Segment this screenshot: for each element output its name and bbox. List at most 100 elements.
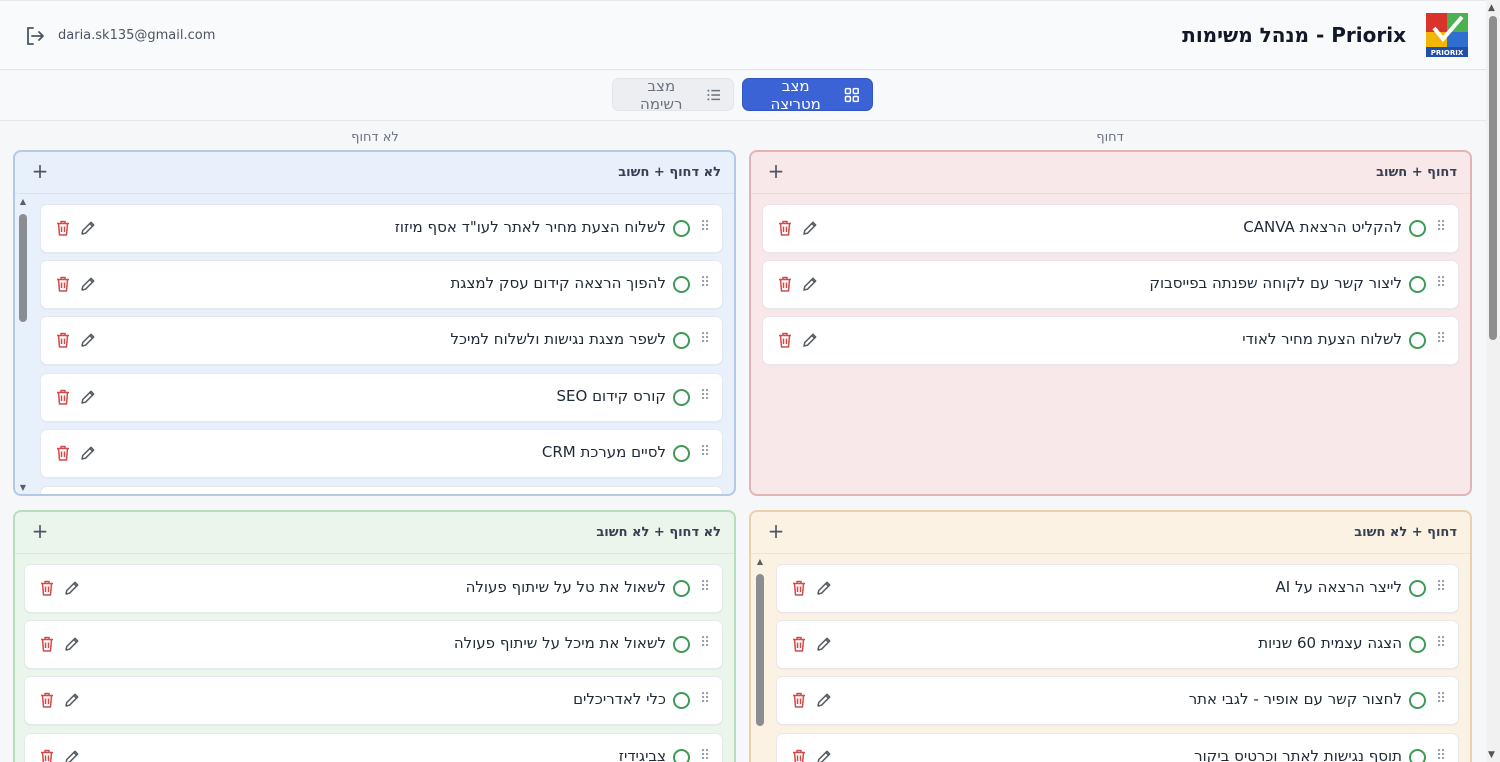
complete-checkbox[interactable] bbox=[1409, 276, 1426, 293]
delete-trash-icon[interactable] bbox=[55, 275, 71, 293]
delete-trash-icon[interactable] bbox=[39, 748, 55, 762]
task-item[interactable]: ⠿ להפוך הרצאה קידום עסק למצגת bbox=[40, 260, 723, 309]
drag-handle-icon[interactable]: ⠿ bbox=[1436, 579, 1446, 595]
edit-pencil-icon[interactable] bbox=[801, 219, 819, 237]
delete-trash-icon[interactable] bbox=[777, 275, 793, 293]
delete-trash-icon[interactable] bbox=[791, 579, 807, 597]
delete-trash-icon[interactable] bbox=[791, 691, 807, 709]
edit-pencil-icon[interactable] bbox=[79, 275, 97, 293]
task-item[interactable]: ⠿ לסיים מערכת CRM bbox=[40, 429, 723, 478]
drag-handle-icon[interactable]: ⠿ bbox=[700, 219, 710, 235]
complete-checkbox[interactable] bbox=[673, 692, 690, 709]
delete-trash-icon[interactable] bbox=[39, 691, 55, 709]
task-item[interactable]: ⠿ לשפר מצגת נגישות ולשלוח למיכל bbox=[40, 316, 723, 365]
edit-pencil-icon[interactable] bbox=[63, 635, 81, 653]
task-item[interactable]: ⠿ ליצור קשר עם לקוחה שפנתה בפייסבוק bbox=[762, 260, 1459, 309]
edit-pencil-icon[interactable] bbox=[815, 691, 833, 709]
delete-trash-icon[interactable] bbox=[791, 635, 807, 653]
quadrant-scrollbar[interactable]: ▲ bbox=[755, 558, 765, 762]
task-item[interactable]: ⠿ לחצור קשר עם אופיר - לגבי אתר bbox=[776, 676, 1459, 725]
drag-handle-icon[interactable]: ⠿ bbox=[700, 748, 710, 762]
edit-pencil-icon[interactable] bbox=[815, 635, 833, 653]
complete-checkbox[interactable] bbox=[673, 220, 690, 237]
complete-checkbox[interactable] bbox=[673, 580, 690, 597]
delete-trash-icon[interactable] bbox=[791, 748, 807, 762]
drag-handle-icon[interactable]: ⠿ bbox=[1436, 219, 1446, 235]
delete-trash-icon[interactable] bbox=[55, 331, 71, 349]
edit-pencil-icon[interactable] bbox=[79, 444, 97, 462]
drag-handle-icon[interactable]: ⠿ bbox=[700, 331, 710, 347]
complete-checkbox[interactable] bbox=[673, 636, 690, 653]
edit-pencil-icon[interactable] bbox=[63, 691, 81, 709]
task-item[interactable]: ⠿ לייצר הרצאה על AI bbox=[776, 564, 1459, 613]
complete-checkbox[interactable] bbox=[1409, 749, 1426, 762]
add-task-icon[interactable]: + bbox=[767, 161, 785, 181]
delete-trash-icon[interactable] bbox=[39, 579, 55, 597]
complete-checkbox[interactable] bbox=[1409, 220, 1426, 237]
matrix-view-button[interactable]: מצב מטריצה bbox=[742, 77, 873, 113]
scrollbar-thumb[interactable] bbox=[19, 214, 27, 322]
drag-handle-icon[interactable]: ⠿ bbox=[1436, 748, 1446, 762]
task-item[interactable]: ⠿ קורס קידום SEO bbox=[40, 373, 723, 422]
task-item[interactable]: ⠿ לשאול את טל על שיתוף פעולה bbox=[24, 564, 723, 613]
task-text: לחצור קשר עם אופיר - לגבי אתר bbox=[1188, 690, 1402, 708]
quadrant-scrollbar[interactable]: ▲ ▼ bbox=[18, 198, 28, 492]
page-scroll-up-icon[interactable]: ▲ bbox=[1488, 3, 1495, 13]
drag-handle-icon[interactable]: ⠿ bbox=[1436, 691, 1446, 707]
delete-trash-icon[interactable] bbox=[777, 219, 793, 237]
drag-handle-icon[interactable]: ⠿ bbox=[700, 444, 710, 460]
task-item[interactable] bbox=[40, 486, 723, 494]
task-item[interactable]: ⠿ לשלוח הצעת מחיר לאודי bbox=[762, 316, 1459, 365]
complete-checkbox[interactable] bbox=[673, 332, 690, 349]
drag-handle-icon[interactable]: ⠿ bbox=[700, 691, 710, 707]
page-scroll-down-icon[interactable]: ▼ bbox=[1488, 750, 1495, 760]
edit-pencil-icon[interactable] bbox=[63, 579, 81, 597]
complete-checkbox[interactable] bbox=[1409, 580, 1426, 597]
edit-pencil-icon[interactable] bbox=[801, 275, 819, 293]
complete-checkbox[interactable] bbox=[673, 445, 690, 462]
drag-handle-icon[interactable]: ⠿ bbox=[700, 579, 710, 595]
edit-pencil-icon[interactable] bbox=[801, 331, 819, 349]
list-view-button[interactable]: מצב רשימה bbox=[612, 77, 734, 113]
task-item[interactable]: ⠿ הצגה עצמית 60 שניות bbox=[776, 620, 1459, 669]
complete-checkbox[interactable] bbox=[1409, 692, 1426, 709]
task-item[interactable]: ⠿ צביגידיז bbox=[24, 733, 723, 762]
edit-pencil-icon[interactable] bbox=[63, 748, 81, 762]
page-scrollbar[interactable]: ▲ ▼ bbox=[1486, 0, 1500, 762]
task-item[interactable]: ⠿ לשאול את מיכל על שיתוף פעולה bbox=[24, 620, 723, 669]
task-item[interactable]: ⠿ לשלוח הצעת מחיר לאתר לעו"ד אסף מיזוז bbox=[40, 204, 723, 253]
task-item[interactable]: ⠿ תוסף נגישות לאתר וכרטיס ביקור bbox=[776, 733, 1459, 762]
drag-handle-icon[interactable]: ⠿ bbox=[700, 275, 710, 291]
drag-handle-icon[interactable]: ⠿ bbox=[1436, 635, 1446, 651]
edit-pencil-icon[interactable] bbox=[79, 219, 97, 237]
delete-trash-icon[interactable] bbox=[777, 331, 793, 349]
edit-pencil-icon[interactable] bbox=[79, 388, 97, 406]
complete-checkbox[interactable] bbox=[1409, 332, 1426, 349]
delete-trash-icon[interactable] bbox=[39, 635, 55, 653]
scroll-down-arrow-icon[interactable]: ▼ bbox=[18, 484, 28, 492]
edit-pencil-icon[interactable] bbox=[79, 331, 97, 349]
drag-handle-icon[interactable]: ⠿ bbox=[1436, 331, 1446, 347]
scrollbar-thumb[interactable] bbox=[756, 574, 764, 726]
delete-trash-icon[interactable] bbox=[55, 444, 71, 462]
scroll-up-arrow-icon[interactable]: ▲ bbox=[755, 558, 765, 566]
delete-trash-icon[interactable] bbox=[55, 388, 71, 406]
task-item[interactable]: ⠿ להקליט הרצאת CANVA bbox=[762, 204, 1459, 253]
scroll-up-arrow-icon[interactable]: ▲ bbox=[18, 198, 28, 206]
page-scrollbar-thumb[interactable] bbox=[1489, 16, 1497, 340]
edit-pencil-icon[interactable] bbox=[815, 748, 833, 762]
edit-pencil-icon[interactable] bbox=[815, 579, 833, 597]
add-task-icon[interactable]: + bbox=[31, 161, 49, 181]
drag-handle-icon[interactable]: ⠿ bbox=[1436, 275, 1446, 291]
logout-icon[interactable] bbox=[24, 25, 46, 47]
add-task-icon[interactable]: + bbox=[31, 521, 49, 541]
complete-checkbox[interactable] bbox=[673, 389, 690, 406]
task-item[interactable]: ⠿ כלי לאדריכלים bbox=[24, 676, 723, 725]
add-task-icon[interactable]: + bbox=[767, 521, 785, 541]
drag-handle-icon[interactable]: ⠿ bbox=[700, 635, 710, 651]
delete-trash-icon[interactable] bbox=[55, 219, 71, 237]
complete-checkbox[interactable] bbox=[673, 276, 690, 293]
complete-checkbox[interactable] bbox=[1409, 636, 1426, 653]
drag-handle-icon[interactable]: ⠿ bbox=[700, 388, 710, 404]
complete-checkbox[interactable] bbox=[673, 749, 690, 762]
